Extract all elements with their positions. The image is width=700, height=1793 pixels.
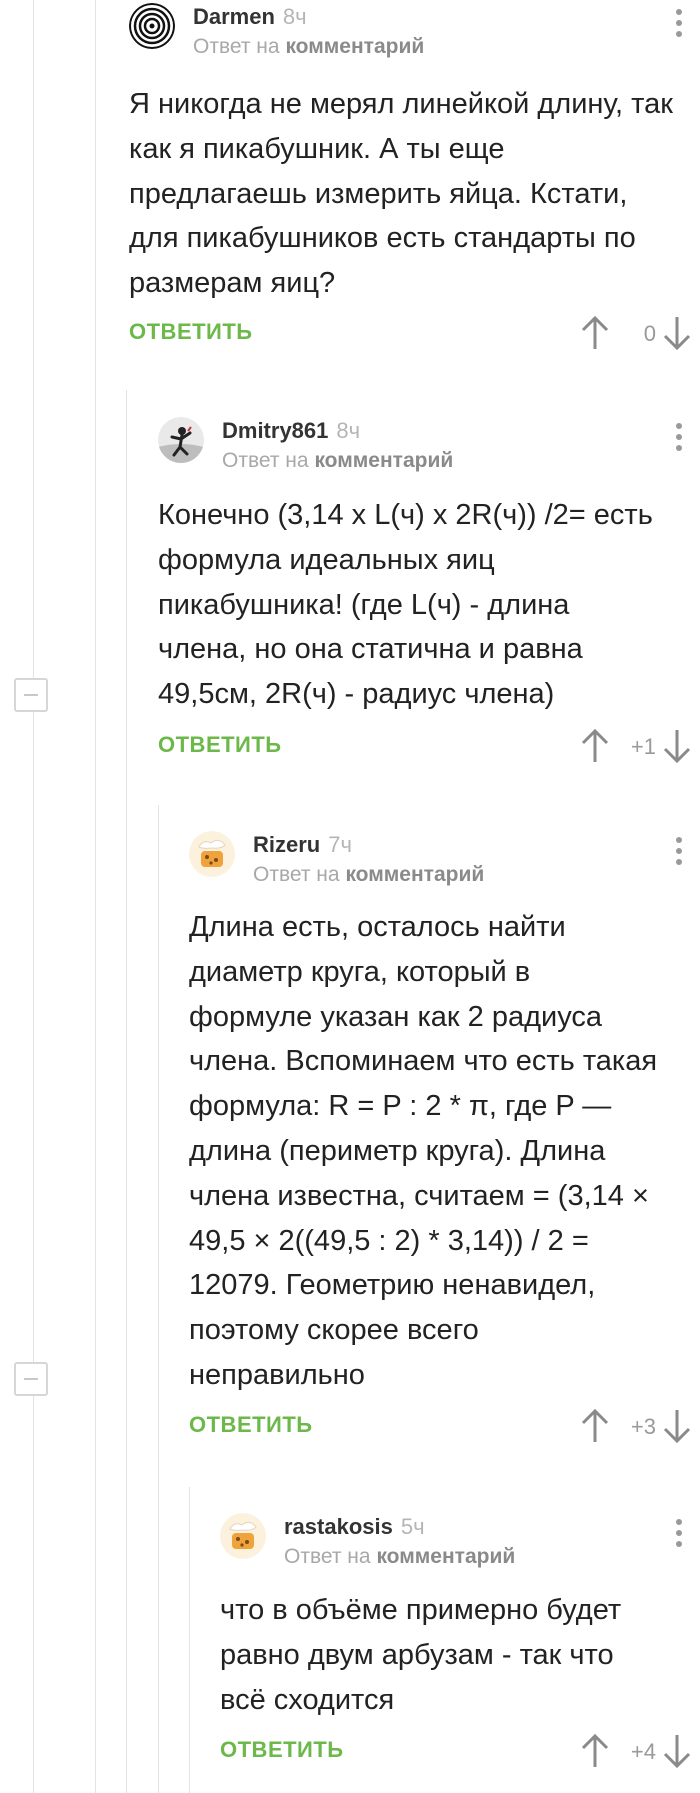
downvote-arrow-icon[interactable] bbox=[662, 315, 692, 356]
rating-score: +1 bbox=[630, 734, 656, 759]
reply-button[interactable]: ОТВЕТИТЬ bbox=[158, 732, 282, 758]
reply-to-line: Ответ на комментарий bbox=[284, 1545, 515, 1569]
comment-time: 5ч bbox=[400, 1514, 425, 1539]
author-name[interactable]: Darmen bbox=[193, 4, 275, 29]
upvote-arrow-icon[interactable] bbox=[580, 728, 610, 769]
upvote-arrow-icon[interactable] bbox=[580, 315, 610, 356]
rating-score: +4 bbox=[630, 1739, 656, 1764]
comment-time: 7ч bbox=[328, 832, 352, 857]
comment-actions: ОТВЕТИТЬ +3 bbox=[189, 1408, 700, 1448]
comment-actions: ОТВЕТИТЬ +4 bbox=[220, 1733, 700, 1773]
upvote-arrow-icon[interactable] bbox=[580, 1408, 610, 1449]
reply-to-line: Ответ на комментарий bbox=[222, 449, 453, 473]
comment-author[interactable]: rastakosis 5ч bbox=[284, 1514, 425, 1540]
thread-line bbox=[126, 390, 127, 1793]
avatar-cookie-icon[interactable] bbox=[220, 1513, 266, 1559]
comment-actions: ОТВЕТИТЬ +1 bbox=[158, 728, 700, 768]
reply-prefix: Ответ на bbox=[284, 1545, 371, 1568]
reply-to-line: Ответ на комментарий bbox=[253, 863, 484, 887]
downvote-arrow-icon[interactable] bbox=[662, 1408, 692, 1449]
comment-time: 8ч bbox=[282, 4, 307, 29]
reply-button[interactable]: ОТВЕТИТЬ bbox=[220, 1737, 344, 1763]
more-options-icon[interactable] bbox=[676, 423, 682, 456]
rating-score: 0 bbox=[643, 321, 656, 346]
downvote-arrow-icon[interactable] bbox=[662, 728, 692, 769]
more-options-icon[interactable] bbox=[676, 1519, 682, 1552]
comment: Darmen 8ч Ответ на комментарий Я никогда … bbox=[129, 3, 700, 375]
reply-target-link[interactable]: комментарий bbox=[376, 1545, 515, 1568]
reply-target-link[interactable]: комментарий bbox=[345, 863, 484, 886]
comment-text: что в объёме примерно будет равно двум а… bbox=[220, 1594, 622, 1716]
comment-author[interactable]: Dmitry861 8ч bbox=[222, 418, 360, 444]
collapse-thread-button[interactable] bbox=[14, 678, 48, 712]
reply-target-link[interactable]: комментарий bbox=[285, 35, 424, 58]
collapse-thread-button[interactable] bbox=[14, 1362, 48, 1396]
comment-author[interactable]: Darmen 8ч bbox=[193, 4, 307, 30]
comment-text: Я никогда не мерял линейкой длину, так к… bbox=[129, 88, 673, 300]
author-name[interactable]: Rizeru bbox=[253, 832, 320, 857]
avatar-person-icon[interactable] bbox=[158, 417, 204, 463]
more-options-icon[interactable] bbox=[676, 837, 682, 870]
comment-author[interactable]: Rizeru 7ч bbox=[253, 832, 352, 858]
thread-line bbox=[33, 0, 34, 1793]
comment-text: Длина есть, осталось найти диаметр круга… bbox=[189, 911, 658, 1391]
reply-to-line: Ответ на комментарий bbox=[193, 35, 424, 59]
thread-line bbox=[189, 1487, 190, 1793]
reply-button[interactable]: ОТВЕТИТЬ bbox=[189, 1412, 313, 1438]
reply-button[interactable]: ОТВЕТИТЬ bbox=[129, 319, 253, 345]
rating-score: +3 bbox=[630, 1414, 656, 1439]
comment-actions: ОТВЕТИТЬ 0 bbox=[129, 315, 700, 355]
reply-prefix: Ответ на bbox=[253, 863, 340, 886]
thread-line bbox=[158, 805, 159, 1793]
comment-text: Конечно (3,14 x L(ч) x 2R(ч)) /2= есть ф… bbox=[158, 499, 653, 711]
comment-time: 8ч bbox=[336, 418, 361, 443]
downvote-arrow-icon[interactable] bbox=[662, 1733, 692, 1774]
thread-line bbox=[95, 0, 96, 1793]
author-name[interactable]: rastakosis bbox=[284, 1514, 393, 1539]
reply-prefix: Ответ на bbox=[193, 35, 280, 58]
avatar-cookie-icon[interactable] bbox=[189, 831, 235, 877]
comment: Dmitry861 8ч Ответ на комментарий Конечно… bbox=[158, 417, 700, 769]
author-name[interactable]: Dmitry861 bbox=[222, 418, 328, 443]
upvote-arrow-icon[interactable] bbox=[580, 1733, 610, 1774]
avatar-spiral-icon[interactable] bbox=[129, 3, 175, 49]
more-options-icon[interactable] bbox=[676, 9, 682, 42]
comment: rastakosis 5ч Ответ на комментарий что в … bbox=[220, 1513, 700, 1793]
reply-target-link[interactable]: комментарий bbox=[314, 449, 453, 472]
comment: Rizeru 7ч Ответ на комментарий Длина есть… bbox=[189, 831, 700, 1463]
reply-prefix: Ответ на bbox=[222, 449, 309, 472]
